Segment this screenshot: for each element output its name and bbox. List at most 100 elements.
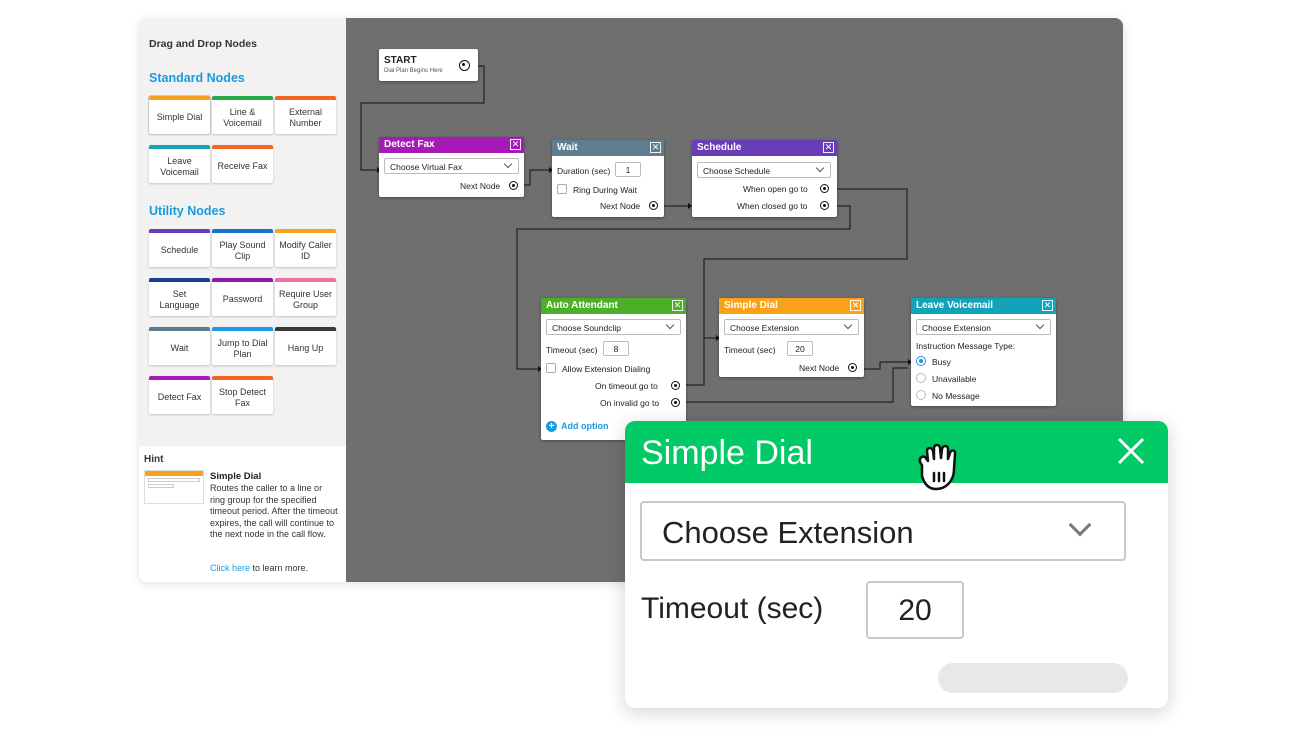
on-invalid-port[interactable] [671, 398, 680, 407]
palette-node-play-sound-clip[interactable]: Play Sound Clip [212, 229, 273, 267]
ring-during-wait-checkbox[interactable] [557, 184, 567, 194]
grab-hand-cursor-icon [918, 443, 957, 491]
timeout-label: Timeout (sec) [724, 345, 776, 355]
node-color-bar [149, 327, 210, 331]
node-color-bar [212, 278, 273, 282]
start-node[interactable]: START Dial Plan Begins Here [379, 49, 478, 81]
start-subtitle: Dial Plan Begins Here [384, 68, 443, 74]
hint-panel: Hint Simple Dial Routes the caller to a … [139, 446, 346, 582]
chevron-down-icon [843, 320, 853, 330]
zoom-title: Simple Dial [641, 434, 813, 472]
extension-select[interactable]: Choose Extension [724, 319, 859, 335]
radio-busy[interactable] [916, 356, 926, 366]
close-icon[interactable]: ✕ [650, 142, 661, 153]
node-color-bar [149, 96, 210, 100]
extension-dialing-checkbox[interactable] [546, 363, 556, 373]
voicemail-extension-select[interactable]: Choose Extension [916, 319, 1051, 335]
radio-busy-label: Busy [932, 357, 951, 367]
soundclip-select[interactable]: Choose Soundclip [546, 319, 681, 335]
zoomed-simple-dial-node: Simple Dial Choose Extension Timeout (se… [625, 421, 1168, 708]
radio-unavailable-label: Unavailable [932, 374, 977, 384]
palette-node-wait[interactable]: Wait [149, 327, 210, 365]
utility-nodes-heading: Utility Nodes [149, 204, 226, 218]
schedule-open-port[interactable] [820, 184, 829, 193]
thumb-timeout [148, 484, 174, 488]
radio-unavailable[interactable] [916, 373, 926, 383]
schedule-node[interactable]: Schedule ✕ Choose Schedule When open go t… [692, 140, 837, 217]
node-color-bar [212, 327, 273, 331]
node-color-bar [275, 278, 336, 282]
timeout-input[interactable]: 20 [787, 341, 813, 356]
wait-node[interactable]: Wait ✕ Duration (sec) 1 Ring During Wait … [552, 140, 664, 217]
thumb-header [145, 471, 203, 476]
palette-node-simple-dial[interactable]: Simple Dial [148, 95, 211, 135]
palette-node-password[interactable]: Password [212, 278, 273, 316]
auto-attendant-node[interactable]: Auto Attendant ✕ Choose Soundclip Timeout… [541, 298, 686, 440]
detect-fax-node[interactable]: Detect Fax ✕ Choose Virtual Fax Next Node [379, 137, 524, 197]
palette-node-leave-voicemail[interactable]: Leave Voicemail [149, 145, 210, 183]
virtual-fax-select[interactable]: Choose Virtual Fax [384, 158, 519, 174]
zoom-extension-select[interactable]: Choose Extension [640, 501, 1126, 561]
node-color-bar [212, 229, 273, 233]
learn-more-link[interactable]: Click here [210, 563, 250, 573]
node-color-bar [149, 229, 210, 233]
close-icon[interactable]: ✕ [850, 300, 861, 311]
hint-node-name: Simple Dial [210, 471, 262, 482]
schedule-closed-port[interactable] [820, 201, 829, 210]
palette-node-schedule[interactable]: Schedule [149, 229, 210, 267]
on-invalid-label: On invalid go to [600, 398, 660, 408]
zoom-timeout-input[interactable]: 20 [866, 581, 964, 639]
palette-node-set-language[interactable]: Set Language [149, 278, 210, 316]
leave-voicemail-node[interactable]: Leave Voicemail ✕ Choose Extension Instru… [911, 298, 1056, 406]
palette-node-detect-fax[interactable]: Detect Fax [149, 376, 210, 414]
thumb-select [148, 478, 200, 482]
node-color-bar [149, 376, 210, 380]
detect-fax-output-port[interactable] [509, 181, 518, 190]
palette-title: Drag and Drop Nodes [149, 38, 257, 50]
plus-icon: + [546, 421, 557, 432]
palette-node-jump-to-dial-plan[interactable]: Jump to Dial Plan [212, 327, 273, 365]
close-icon[interactable]: ✕ [672, 300, 683, 311]
close-icon[interactable]: ✕ [1042, 300, 1053, 311]
simple-dial-node[interactable]: Simple Dial ✕ Choose Extension Timeout (s… [719, 298, 864, 377]
ring-during-wait-label: Ring During Wait [573, 185, 637, 195]
wait-output-port[interactable] [649, 201, 658, 210]
add-option-button[interactable]: + Add option [546, 421, 608, 432]
timeout-input[interactable]: 8 [603, 341, 629, 356]
close-icon[interactable]: ✕ [510, 139, 521, 150]
node-color-bar [275, 96, 336, 100]
on-timeout-port[interactable] [671, 381, 680, 390]
simple-dial-header[interactable]: Simple Dial ✕ [719, 298, 864, 314]
detect-fax-header[interactable]: Detect Fax ✕ [379, 137, 524, 153]
palette-node-receive-fax[interactable]: Receive Fax [212, 145, 273, 183]
leave-voicemail-header[interactable]: Leave Voicemail ✕ [911, 298, 1056, 314]
extension-dialing-label: Allow Extension Dialing [562, 364, 651, 374]
duration-label: Duration (sec) [557, 166, 611, 176]
palette-node-stop-detect-fax[interactable]: Stop Detect Fax [212, 376, 273, 414]
duration-input[interactable]: 1 [615, 162, 641, 177]
palette-node-require-user-group[interactable]: Require User Group [275, 278, 336, 316]
close-icon[interactable]: ✕ [823, 142, 834, 153]
palette-node-modify-caller-id[interactable]: Modify Caller ID [275, 229, 336, 267]
next-node-label: Next Node [600, 201, 641, 211]
chevron-down-icon [503, 159, 513, 169]
chevron-down-icon [1068, 513, 1092, 537]
palette-node-hang-up[interactable]: Hang Up [275, 327, 336, 365]
simple-dial-output-port[interactable] [848, 363, 857, 372]
schedule-header[interactable]: Schedule ✕ [692, 140, 837, 156]
start-output-port[interactable] [459, 60, 470, 71]
close-icon[interactable] [1116, 436, 1146, 466]
node-color-bar [275, 229, 336, 233]
node-color-bar [212, 96, 273, 100]
hint-title: Hint [144, 454, 164, 465]
palette-node-line-voicemail[interactable]: Line & Voicemail [212, 96, 273, 134]
radio-no-message[interactable] [916, 390, 926, 400]
schedule-select[interactable]: Choose Schedule [697, 162, 831, 178]
wait-header[interactable]: Wait ✕ [552, 140, 664, 156]
auto-attendant-header[interactable]: Auto Attendant ✕ [541, 298, 686, 314]
next-node-label: Next Node [799, 363, 840, 373]
zoom-header[interactable]: Simple Dial [625, 421, 1168, 483]
node-color-bar [275, 327, 336, 331]
hint-learn-more: Click here to learn more. [210, 563, 309, 573]
palette-node-external-number[interactable]: External Number [275, 96, 336, 134]
